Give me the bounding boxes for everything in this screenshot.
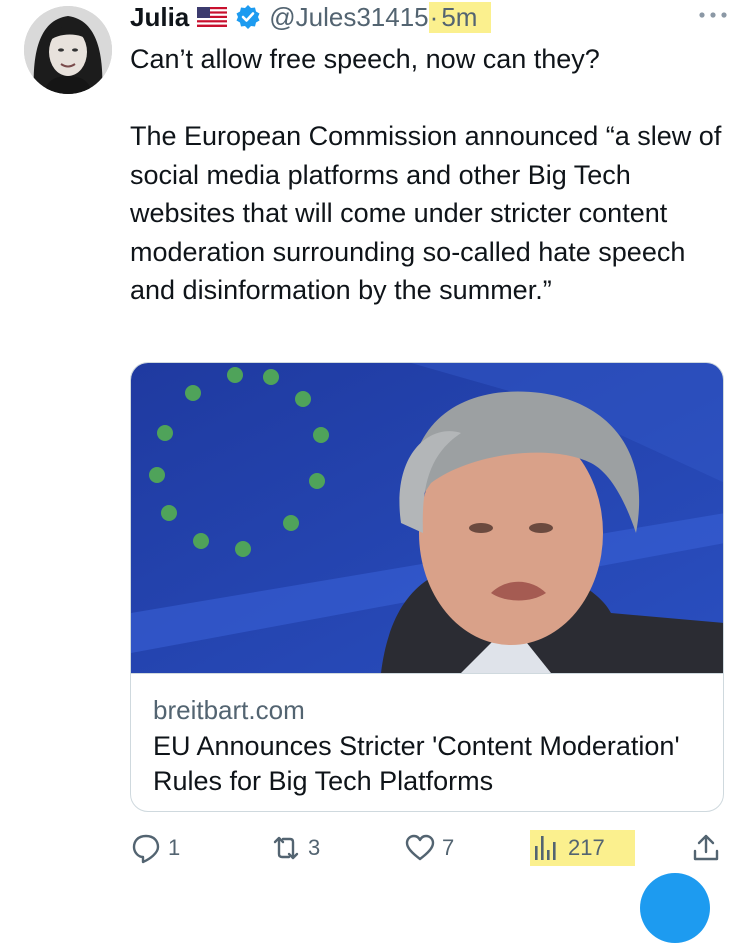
views-button[interactable]: 217 bbox=[530, 830, 635, 866]
like-count: 7 bbox=[442, 835, 455, 860]
link-card[interactable]: breitbart.com EU Announces Stricter 'Con… bbox=[130, 362, 724, 812]
compose-button[interactable] bbox=[640, 873, 710, 943]
author-handle[interactable]: @Jules31415 bbox=[269, 2, 428, 33]
reply-button[interactable]: 1 bbox=[130, 830, 180, 866]
like-button[interactable]: 7 bbox=[404, 830, 454, 866]
avatar-photo bbox=[24, 6, 112, 94]
repost-button[interactable]: 3 bbox=[270, 830, 320, 866]
share-icon bbox=[693, 834, 719, 861]
views-chart-icon bbox=[535, 836, 556, 860]
card-title[interactable]: EU Announces Stricter 'Content Moderatio… bbox=[153, 729, 713, 799]
tweet-paragraph-2: The European Commission announced “a sle… bbox=[130, 121, 722, 305]
heart-icon bbox=[405, 834, 435, 861]
card-image bbox=[131, 363, 723, 673]
tweet-paragraph-1: Can’t allow free speech, now can they? bbox=[130, 44, 600, 74]
view-count: 217 bbox=[568, 835, 605, 860]
us-flag-icon bbox=[197, 7, 228, 27]
avatar[interactable] bbox=[24, 6, 112, 94]
reply-icon bbox=[132, 834, 160, 864]
repost-count: 3 bbox=[308, 835, 321, 860]
reply-count: 1 bbox=[168, 835, 181, 860]
separator-dot: · bbox=[428, 1, 440, 33]
verified-badge-icon[interactable] bbox=[235, 4, 261, 30]
action-bar: 1 3 7 217 bbox=[0, 830, 750, 870]
share-button[interactable] bbox=[690, 830, 722, 866]
tweet-header: Julia @Jules31415 · 5m bbox=[130, 0, 492, 34]
repost-icon bbox=[273, 836, 299, 860]
more-horizontal-icon[interactable] bbox=[696, 8, 730, 20]
timestamp[interactable]: 5m bbox=[439, 1, 492, 33]
card-divider bbox=[131, 673, 723, 674]
tweet-text: Can’t allow free speech, now can they? T… bbox=[130, 40, 730, 310]
author-name[interactable]: Julia bbox=[130, 2, 189, 33]
card-domain: breitbart.com bbox=[153, 695, 305, 725]
